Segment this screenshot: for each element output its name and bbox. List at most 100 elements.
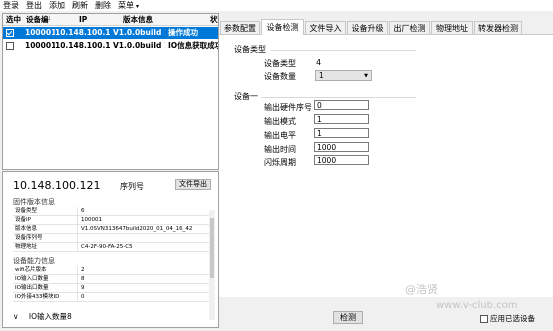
row-checkbox[interactable] [6, 42, 14, 50]
capability-section-title: 设备能力信息 [13, 257, 55, 265]
tab-param-config[interactable]: 参数配置 [220, 21, 260, 34]
tab-file-import[interactable]: 文件导入 [305, 21, 346, 34]
kv-key: 版本信息 [15, 226, 38, 232]
menu-refresh[interactable]: 刷新 [72, 0, 88, 11]
output-level-input[interactable]: 1 [314, 128, 369, 138]
io-input-count-label: IO输入数量8 [28, 312, 72, 321]
chevron-down-icon: ▾ [136, 3, 140, 10]
menu-menu[interactable]: 菜单 ▾ [118, 0, 139, 11]
table-row[interactable]: 100001 10.148.100.122 V1.0.0build 1 IO信息… [3, 40, 218, 52]
row-ip: 10.148.100.121 [55, 28, 111, 37]
tab-factory-detect[interactable]: 出厂检测 [389, 21, 430, 34]
chevron-down-icon: ▼ [364, 73, 368, 79]
menu-delete[interactable]: 删除 [95, 0, 111, 11]
output-time-input[interactable]: 1000 [314, 142, 369, 152]
column-select[interactable]: 选中 [6, 14, 26, 25]
row-checkbox[interactable] [6, 29, 14, 37]
apply-selected-option[interactable]: 应用已选设备 [480, 313, 535, 324]
column-version[interactable]: 版本信息 [123, 14, 163, 25]
table-row: IO外接433模块ID 0 [13, 293, 209, 302]
device-type-value: 4 [316, 58, 322, 67]
tab-bar: 参数配置 设备检测 文件导入 设备升级 出厂检测 物理地址 转发器检测 [219, 19, 553, 35]
kv-value: C4-2F-90-FA-25-C5 [81, 244, 133, 250]
kv-key: 设备序列号 [15, 235, 43, 241]
serial-number-label: 序列号 [120, 182, 144, 191]
kv-key: IO输出口数量 [15, 285, 49, 291]
device-count-select[interactable]: 1 ▼ [315, 70, 372, 81]
row-device-id: 100001 [25, 41, 55, 50]
table-row: 设备IP 100001 [13, 216, 209, 225]
kv-key: IO输入口数量 [15, 276, 49, 282]
table-row: 设备类型 6 [13, 207, 209, 216]
output-hw-index-label: 输出硬件序号 [264, 103, 312, 112]
kv-value: 100001 [81, 217, 102, 223]
watermark-author: @浩贤 [405, 283, 438, 296]
kv-value: 2 [81, 267, 85, 273]
apply-selected-label: 应用已选设备 [490, 314, 535, 323]
apply-selected-checkbox[interactable] [480, 315, 488, 323]
output-mode-label: 输出模式 [264, 117, 296, 126]
output-mode-input[interactable]: 1 [314, 114, 369, 124]
chevron-down-icon: ∨ [13, 312, 19, 321]
row-version: V1.0.0build 1 [113, 28, 165, 37]
table-row: wifi芯片版本 2 [13, 266, 209, 275]
table-row: 物理地址 C4-2F-90-FA-25-C5 [13, 243, 209, 252]
kv-key: 设备IP [15, 217, 31, 223]
tab-device-upgrade[interactable]: 设备升级 [347, 21, 388, 34]
tab-repeater-detect[interactable]: 转发器检测 [474, 21, 522, 34]
device-type-group-title: 设备类型 [234, 45, 266, 54]
kv-key: wifi芯片版本 [15, 267, 47, 273]
kv-key: 设备类型 [15, 208, 38, 214]
device-detect-content: 设备类型 设备类型 4 设备数量 1 ▼ 设备一 输出硬件序号 0 输出模式 1… [219, 34, 553, 297]
kv-value: V1.0SVN313647build2020_01_04_16_42 [81, 226, 193, 232]
firmware-section-title: 固件版本信息 [13, 198, 55, 206]
kv-value: 9 [81, 285, 85, 291]
menu-login[interactable]: 登录 [3, 0, 19, 11]
row-ip: 10.148.100.122 [55, 41, 111, 50]
io-input-count[interactable]: ∨ IO输入数量8 [13, 311, 72, 322]
detect-button[interactable]: 检测 [333, 311, 363, 324]
tab-mac-address[interactable]: 物理地址 [431, 21, 473, 34]
column-status[interactable]: 状态 [210, 14, 218, 25]
table-row[interactable]: 100001 10.148.100.121 V1.0.0build 1 操作成功 [3, 27, 218, 39]
kv-key: IO外接433模块ID [15, 294, 60, 300]
row-version: V1.0.0build 1 [113, 41, 165, 50]
row-device-id: 100001 [25, 28, 55, 37]
column-ip[interactable]: IP [79, 14, 109, 25]
scrollbar-thumb[interactable] [210, 218, 214, 278]
info-scrollbar[interactable] [209, 210, 215, 320]
menu-logout[interactable]: 登出 [26, 0, 42, 11]
device-type-label: 设备类型 [264, 59, 296, 68]
device-count-label: 设备数量 [264, 72, 296, 81]
row-status: 操作成功 [168, 28, 198, 37]
tab-device-detect[interactable]: 设备检测 [261, 19, 304, 35]
device-list: 选中 设备编号 IP 版本信息 状态 100001 10.148.100.121… [2, 13, 219, 170]
column-device-id[interactable]: 设备编号 [26, 14, 50, 25]
device-list-header: 选中 设备编号 IP 版本信息 状态 [3, 14, 218, 26]
table-row: IO输出口数量 9 [13, 284, 209, 293]
file-export-button[interactable]: 文件导出 [175, 179, 211, 190]
blink-period-input[interactable]: 1000 [314, 155, 369, 165]
output-hw-index-input[interactable]: 0 [314, 100, 369, 110]
menu-bar: 登录 登出 添加 刷新 删除 菜单 ▾ [0, 0, 553, 11]
table-row: 版本信息 V1.0SVN313647build2020_01_04_16_42 [13, 225, 209, 234]
kv-value: 8 [81, 276, 85, 282]
output-level-label: 输出电平 [264, 131, 296, 140]
device-count-value: 1 [319, 71, 324, 80]
capability-table: wifi芯片版本 2 IO输入口数量 8 IO输出口数量 9 IO外接433模块ID 0 [13, 266, 209, 302]
menu-menu-label: 菜单 [118, 1, 134, 10]
kv-value: 0 [81, 294, 85, 300]
row-status: IO信息获取成功 [168, 41, 218, 50]
device-info-panel: 10.148.100.121 序列号 文件导出 固件版本信息 设备类型 6 设备I… [2, 171, 219, 328]
table-row: 设备序列号 [13, 234, 209, 243]
kv-value: 6 [81, 208, 85, 214]
menu-add[interactable]: 添加 [49, 0, 65, 11]
table-row: IO输入口数量 8 [13, 275, 209, 284]
watermark-site: www.v-club.com [436, 300, 518, 311]
output-time-label: 输出时间 [264, 145, 296, 154]
kv-key: 物理地址 [15, 244, 38, 250]
blink-period-label: 闪烁周期 [264, 158, 296, 167]
firmware-table: 设备类型 6 设备IP 100001 版本信息 V1.0SVN313647build2… [13, 207, 209, 252]
device-one-group-title: 设备一 [234, 92, 258, 101]
device-ip-title: 10.148.100.121 [13, 179, 101, 192]
